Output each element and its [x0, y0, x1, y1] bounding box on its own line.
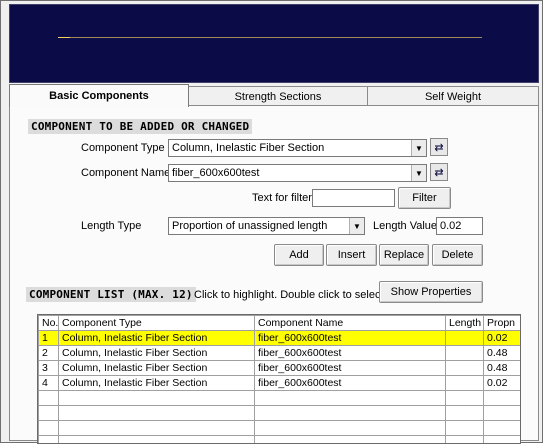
- filter-input[interactable]: [312, 189, 395, 207]
- component-list-title: COMPONENT LIST (MAX. 12): [26, 287, 196, 302]
- cell-component-name: fiber_600x600test: [255, 346, 446, 361]
- cell-no: 4: [39, 376, 59, 391]
- length-value-input[interactable]: 0.02: [436, 217, 483, 235]
- component-type-label: Component Type: [81, 142, 165, 154]
- cell-component-type: Column, Inelastic Fiber Section: [59, 361, 255, 376]
- cell-length: [446, 331, 484, 346]
- filter-button[interactable]: Filter: [398, 187, 451, 209]
- length-type-select[interactable]: Proportion of unassigned length ▼: [168, 217, 365, 235]
- component-type-select[interactable]: Column, Inelastic Fiber Section ▼: [168, 139, 427, 157]
- cell-component-name: fiber_600x600test: [255, 361, 446, 376]
- insert-button[interactable]: Insert: [326, 244, 377, 266]
- tab-strength-sections[interactable]: Strength Sections: [187, 86, 369, 107]
- cell-component-type: Column, Inelastic Fiber Section: [59, 346, 255, 361]
- length-value-label: Length Value: [373, 220, 437, 232]
- table-row[interactable]: 2 Column, Inelastic Fiber Section fiber_…: [39, 346, 522, 361]
- chevron-down-icon[interactable]: ▼: [349, 218, 364, 234]
- cell-length: [446, 361, 484, 376]
- component-name-value: fiber_600x600test: [169, 167, 411, 179]
- filter-label: Text for filter: [252, 192, 312, 204]
- refresh-type-icon[interactable]: ⇄: [430, 138, 448, 156]
- table-row[interactable]: 1 Column, Inelastic Fiber Section fiber_…: [39, 331, 522, 346]
- cell-length: [446, 346, 484, 361]
- tab-basic-components[interactable]: Basic Components: [9, 84, 189, 107]
- table-row-empty[interactable]: [39, 406, 522, 421]
- length-type-value: Proportion of unassigned length: [169, 220, 349, 232]
- cell-component-name: fiber_600x600test: [255, 331, 446, 346]
- component-type-value: Column, Inelastic Fiber Section: [169, 142, 411, 154]
- component-section-title: COMPONENT TO BE ADDED OR CHANGED: [28, 119, 252, 134]
- column-header-no[interactable]: No.: [39, 316, 59, 331]
- table-row-empty[interactable]: [39, 421, 522, 436]
- cell-no: 2: [39, 346, 59, 361]
- tab-strip: Strength Sections Self Weight Basic Comp…: [9, 86, 539, 107]
- window-frame: Strength Sections Self Weight Basic Comp…: [0, 0, 543, 443]
- table-row-empty[interactable]: [39, 391, 522, 406]
- length-type-label: Length Type: [81, 220, 141, 232]
- table-row[interactable]: 3 Column, Inelastic Fiber Section fiber_…: [39, 361, 522, 376]
- replace-button[interactable]: Replace: [379, 244, 429, 266]
- column-header-component-name[interactable]: Component Name: [255, 316, 446, 331]
- cell-no: 1: [39, 331, 59, 346]
- cell-component-name: fiber_600x600test: [255, 376, 446, 391]
- column-header-length[interactable]: Length: [446, 316, 484, 331]
- preview-element-line: [58, 37, 482, 38]
- cell-component-type: Column, Inelastic Fiber Section: [59, 331, 255, 346]
- chevron-down-icon[interactable]: ▼: [411, 140, 426, 156]
- component-list-table: No. Component Type Component Name Length…: [37, 314, 521, 444]
- cell-length: [446, 376, 484, 391]
- refresh-name-icon[interactable]: ⇄: [430, 163, 448, 181]
- column-header-component-type[interactable]: Component Type: [59, 316, 255, 331]
- cell-component-type: Column, Inelastic Fiber Section: [59, 376, 255, 391]
- column-header-propn[interactable]: Propn: [484, 316, 522, 331]
- delete-button[interactable]: Delete: [432, 244, 483, 266]
- cell-no: 3: [39, 361, 59, 376]
- cell-propn: 0.48: [484, 361, 522, 376]
- tab-self-weight[interactable]: Self Weight: [367, 86, 539, 107]
- cell-propn: 0.02: [484, 376, 522, 391]
- cell-propn: 0.02: [484, 331, 522, 346]
- table-header-row: No. Component Type Component Name Length…: [39, 316, 522, 331]
- cell-propn: 0.48: [484, 346, 522, 361]
- component-list-hint: Click to highlight. Double click to sele…: [194, 289, 387, 301]
- add-button[interactable]: Add: [274, 244, 324, 266]
- component-name-label: Component Name: [81, 167, 170, 179]
- component-preview-canvas: [9, 4, 539, 83]
- chevron-down-icon[interactable]: ▼: [411, 165, 426, 181]
- show-properties-button[interactable]: Show Properties: [379, 281, 483, 303]
- table-row[interactable]: 4 Column, Inelastic Fiber Section fiber_…: [39, 376, 522, 391]
- component-name-select[interactable]: fiber_600x600test ▼: [168, 164, 427, 182]
